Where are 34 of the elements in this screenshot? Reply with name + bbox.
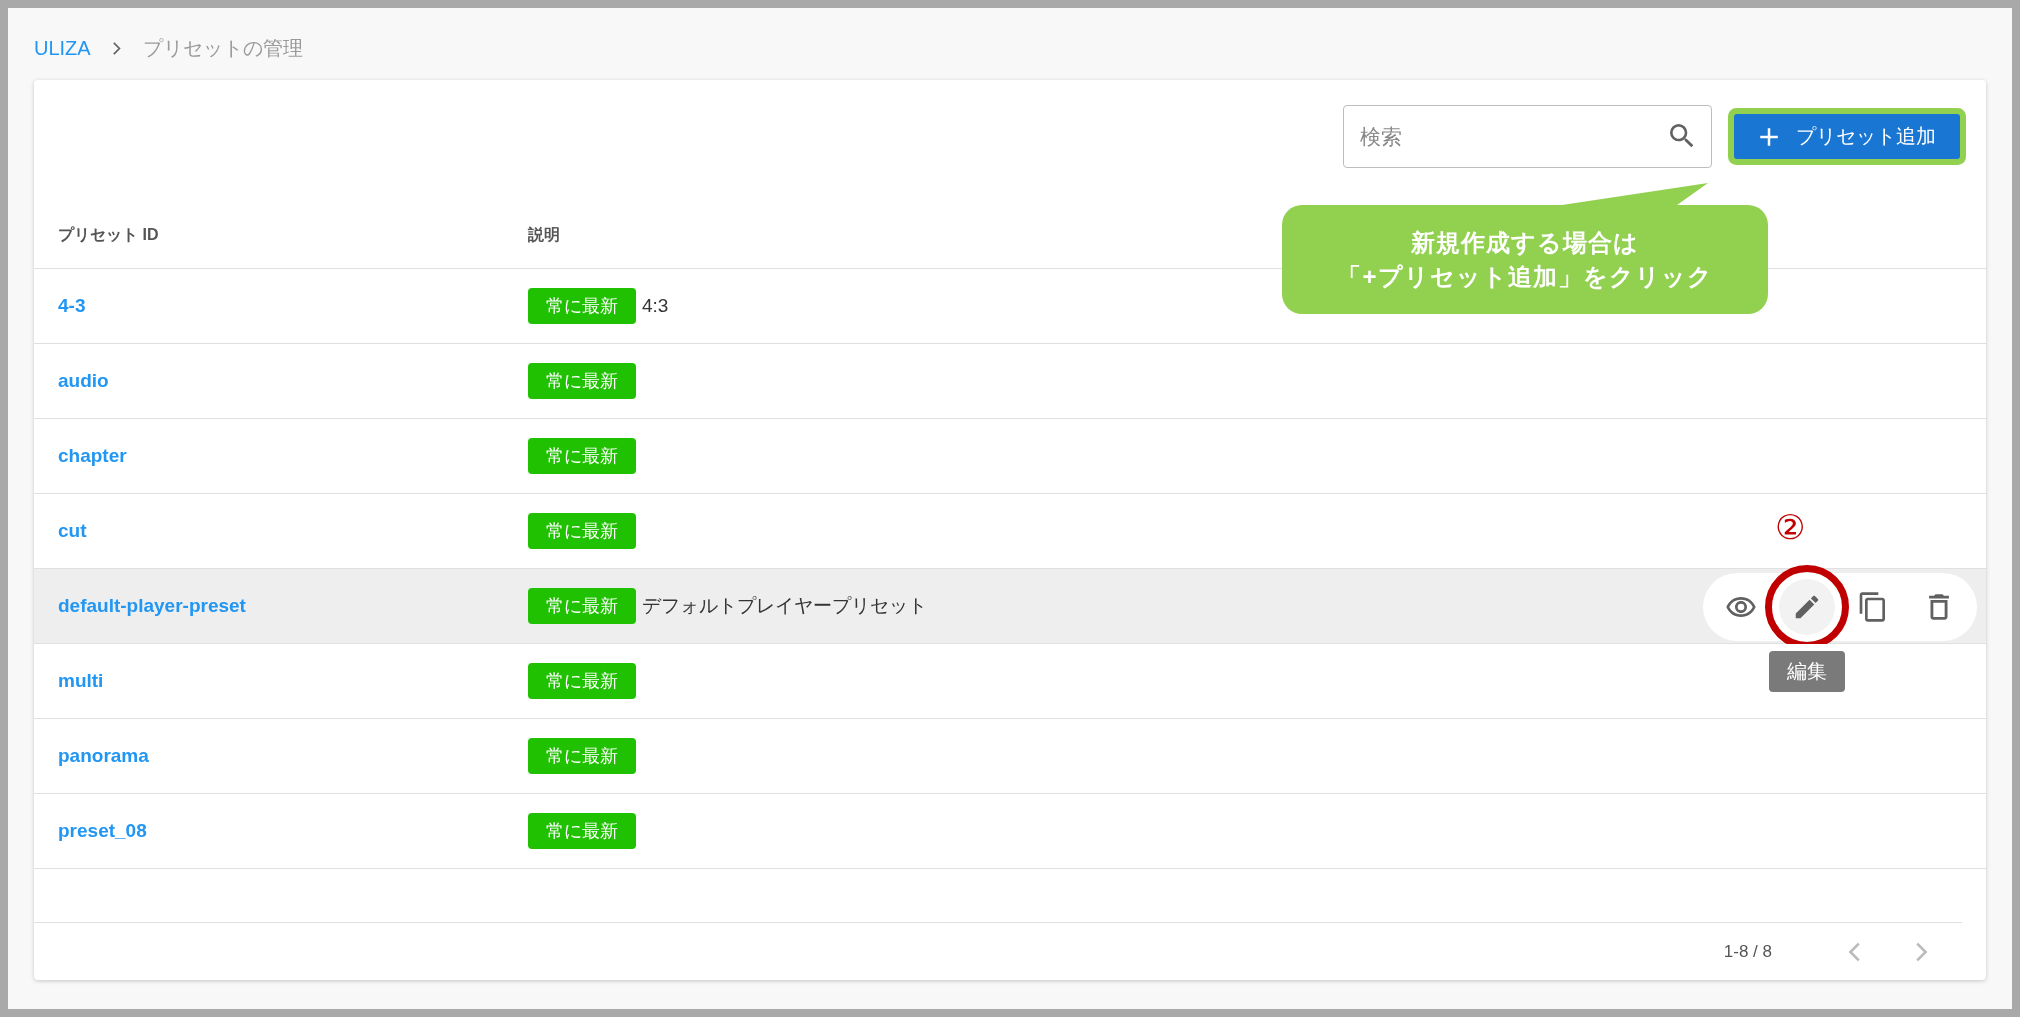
preset-id-link[interactable]: 4-3 xyxy=(58,295,528,317)
chevron-icon xyxy=(112,41,121,55)
edit-button[interactable] xyxy=(1779,579,1835,635)
column-header: プリセット ID xyxy=(58,225,160,245)
status-tag: 常に最新 xyxy=(528,288,636,324)
preset-id-link[interactable]: multi xyxy=(58,670,528,692)
status-tag: 常に最新 xyxy=(528,363,636,399)
preset-id-link[interactable]: chapter xyxy=(58,445,528,467)
table-row[interactable]: preset_08 常に最新 xyxy=(34,794,1986,869)
preset-id-link[interactable]: default-player-preset xyxy=(58,595,528,617)
step-marker: ② xyxy=(1775,507,1806,547)
description-text: デフォルトプレイヤープリセット xyxy=(642,594,927,618)
table-row[interactable]: chapter 常に最新 xyxy=(34,419,1986,494)
chevron-right-icon xyxy=(1916,941,1928,962)
chevron-left-icon xyxy=(1848,941,1860,962)
status-tag: 常に最新 xyxy=(528,513,636,549)
status-tag: 常に最新 xyxy=(528,738,636,774)
table-row[interactable]: panorama 常に最新 xyxy=(34,719,1986,794)
table-row[interactable]: audio 常に最新 xyxy=(34,344,1986,419)
description-text: 4:3 xyxy=(642,295,669,317)
status-tag: 常に最新 xyxy=(528,663,636,699)
search-field[interactable]: 検索 xyxy=(1343,105,1712,168)
preset-id-link[interactable]: panorama xyxy=(58,745,528,767)
status-tag: 常に最新 xyxy=(528,438,636,474)
tooltip: 編集 xyxy=(1769,651,1845,692)
status-tag: 常に最新 xyxy=(528,813,636,849)
status-tag: 常に最新 xyxy=(528,588,636,624)
preset-id-link[interactable]: preset_08 xyxy=(58,820,528,842)
breadcrumb-current: プリセットの管理 xyxy=(142,35,303,61)
breadcrumb-link[interactable]: ULIZA xyxy=(34,36,91,60)
page-range: 1-8 / 8 xyxy=(1723,941,1772,962)
preset-id-link[interactable]: cut xyxy=(58,520,528,542)
preset-id-link[interactable]: audio xyxy=(58,370,528,392)
column-header: 説明 xyxy=(528,225,560,245)
